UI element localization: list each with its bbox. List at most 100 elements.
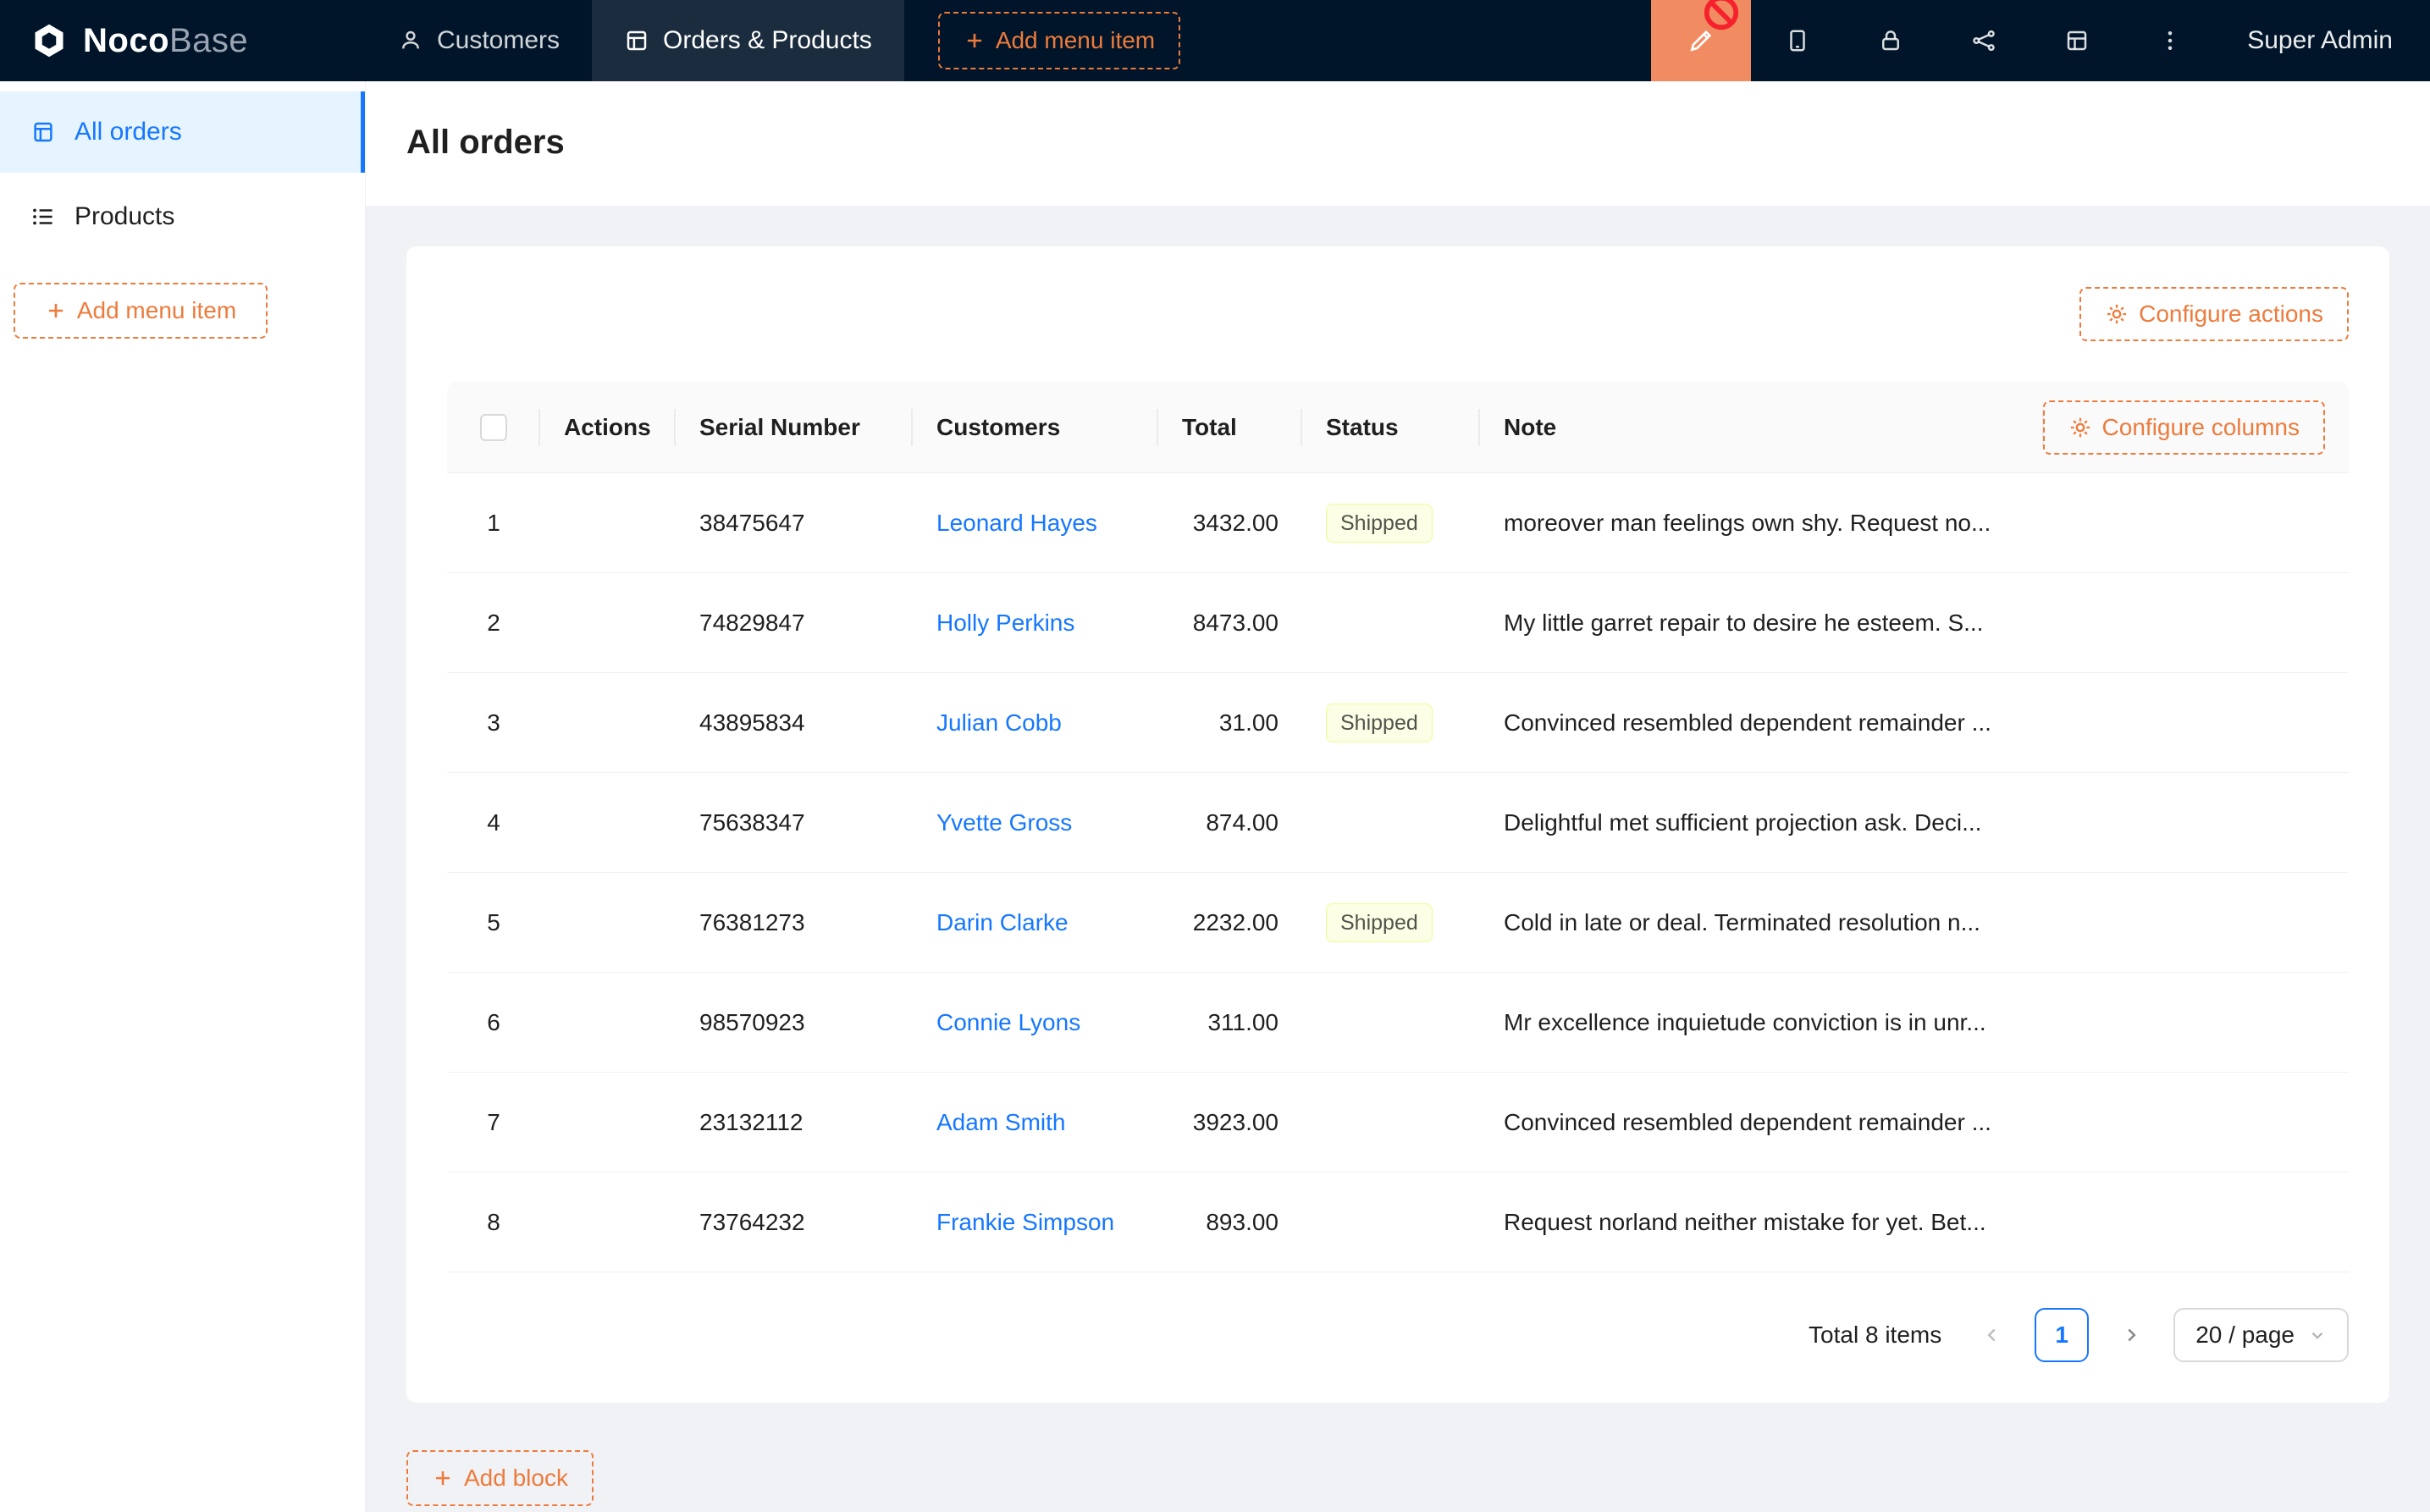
total-cell: 3432.00 [1158, 473, 1302, 572]
status-badge: Shipped [1326, 704, 1433, 742]
ellipsis-vertical-icon [2157, 28, 2183, 53]
column-header-serial-number: Serial Number [676, 382, 913, 472]
select-all-checkbox[interactable] [480, 414, 507, 441]
sidebar-item-products[interactable]: Products [0, 176, 365, 257]
select-all-cell [447, 382, 540, 472]
table-row: 8 73764232 Frankie Simpson 893.00 Reques… [447, 1173, 2349, 1272]
ui-editor-button[interactable] [1651, 0, 1751, 81]
logo[interactable]: NocoBase [0, 0, 366, 81]
note-cell: moreover man feelings own shy. Request n… [1480, 473, 2044, 572]
note-cell: Request norland neither mistake for yet.… [1480, 1173, 2044, 1272]
serial-number-cell: 98570923 [676, 973, 913, 1072]
customer-cell: Frankie Simpson [913, 1173, 1158, 1272]
row-trailing-cell [2044, 773, 2349, 872]
status-cell: Shipped [1302, 873, 1480, 972]
table-toolbar: Configure actions [447, 287, 2349, 341]
highlighter-icon [1687, 27, 1715, 54]
row-actions-cell [540, 473, 676, 572]
more-button[interactable] [2123, 0, 2217, 81]
customer-link[interactable]: Connie Lyons [936, 1009, 1080, 1036]
page-size-select[interactable]: 20 / page [2173, 1308, 2349, 1362]
row-actions-cell [540, 973, 676, 1072]
layout-button[interactable] [2030, 0, 2123, 81]
table-row: 6 98570923 Connie Lyons 311.00 Mr excell… [447, 973, 2349, 1073]
row-trailing-cell [2044, 1073, 2349, 1172]
customer-link[interactable]: Darin Clarke [936, 909, 1069, 936]
table-row: 3 43895834 Julian Cobb 31.00 Shipped Con… [447, 673, 2349, 773]
row-index-cell: 8 [447, 1173, 540, 1272]
mobile-preview-button[interactable] [1751, 0, 1844, 81]
status-badge: Shipped [1326, 504, 1433, 543]
add-block-label: Add block [464, 1465, 568, 1492]
sidebar-item-all-orders[interactable]: All orders [0, 91, 365, 173]
status-cell: Shipped [1302, 673, 1480, 772]
header-actions: Super Admin [1651, 0, 2430, 81]
note-cell: Cold in late or deal. Terminated resolut… [1480, 873, 2044, 972]
add-block-button[interactable]: Add block [406, 1450, 594, 1506]
note-cell: Delightful met sufficient projection ask… [1480, 773, 2044, 872]
customer-cell: Yvette Gross [913, 773, 1158, 872]
customer-link[interactable]: Leonard Hayes [936, 510, 1097, 537]
row-trailing-cell [2044, 1173, 2349, 1272]
nav-item-label: Customers [437, 26, 560, 55]
main-content: All orders Configure actions [366, 81, 2430, 1512]
nav-item-label: Orders & Products [663, 26, 872, 55]
order-document-icon [30, 119, 56, 145]
customer-link[interactable]: Frankie Simpson [936, 1209, 1114, 1236]
table-row: 5 76381273 Darin Clarke 2232.00 Shipped … [447, 873, 2349, 973]
orders-table-block: Configure actions Actions Serial Number … [406, 246, 2389, 1403]
nav-item-orders-products[interactable]: Orders & Products [592, 0, 904, 81]
row-actions-cell [540, 1173, 676, 1272]
customer-link[interactable]: Julian Cobb [936, 709, 1062, 737]
add-menu-item-label: Add menu item [996, 27, 1155, 54]
customer-cell: Julian Cobb [913, 673, 1158, 772]
next-page-button[interactable] [2104, 1308, 2158, 1362]
serial-number-cell: 76381273 [676, 873, 913, 972]
configure-actions-label: Configure actions [2139, 301, 2323, 328]
customers-icon [398, 28, 423, 53]
customer-cell: Darin Clarke [913, 873, 1158, 972]
configure-actions-button[interactable]: Configure actions [2079, 287, 2349, 341]
row-index-cell: 7 [447, 1073, 540, 1172]
orders-icon [624, 28, 649, 53]
customer-cell: Adam Smith [913, 1073, 1158, 1172]
total-cell: 8473.00 [1158, 573, 1302, 672]
add-menu-item-button-header[interactable]: Add menu item [938, 12, 1180, 69]
customer-link[interactable]: Holly Perkins [936, 610, 1074, 637]
row-actions-cell [540, 573, 676, 672]
logo-text: NocoBase [83, 22, 248, 60]
configure-columns-button[interactable]: Configure columns [2043, 400, 2325, 455]
add-menu-item-label: Add menu item [77, 297, 236, 324]
lock-button[interactable] [1844, 0, 1937, 81]
row-actions-cell [540, 873, 676, 972]
top-header: NocoBase Customers Orders & Products [0, 0, 2430, 81]
customer-link[interactable]: Yvette Gross [936, 809, 1072, 836]
api-button[interactable] [1937, 0, 2030, 81]
tablet-icon [1785, 28, 1810, 53]
status-cell [1302, 1073, 1480, 1172]
prev-page-button[interactable] [1965, 1308, 2019, 1362]
status-cell [1302, 573, 1480, 672]
note-cell: Convinced resembled dependent remainder … [1480, 673, 2044, 772]
total-cell: 31.00 [1158, 673, 1302, 772]
user-menu[interactable]: Super Admin [2217, 0, 2430, 81]
row-index-cell: 2 [447, 573, 540, 672]
lock-icon [1878, 28, 1903, 53]
add-menu-item-button-sidebar[interactable]: Add menu item [14, 283, 268, 339]
serial-number-cell: 23132112 [676, 1073, 913, 1172]
row-actions-cell [540, 673, 676, 772]
status-cell [1302, 1173, 1480, 1272]
table-row: 4 75638347 Yvette Gross 874.00 Delightfu… [447, 773, 2349, 873]
status-cell: Shipped [1302, 473, 1480, 572]
customer-link[interactable]: Adam Smith [936, 1109, 1066, 1136]
top-nav: Customers Orders & Products Add menu ite… [366, 0, 1180, 81]
page-number-button[interactable]: 1 [2035, 1308, 2089, 1362]
customer-cell: Connie Lyons [913, 973, 1158, 1072]
nav-item-customers[interactable]: Customers [366, 0, 592, 81]
page-body: Configure actions Actions Serial Number … [366, 206, 2430, 1512]
row-index-cell: 1 [447, 473, 540, 572]
row-trailing-cell [2044, 573, 2349, 672]
row-index-cell: 6 [447, 973, 540, 1072]
customer-cell: Holly Perkins [913, 573, 1158, 672]
table-row: 7 23132112 Adam Smith 3923.00 Convinced … [447, 1073, 2349, 1173]
